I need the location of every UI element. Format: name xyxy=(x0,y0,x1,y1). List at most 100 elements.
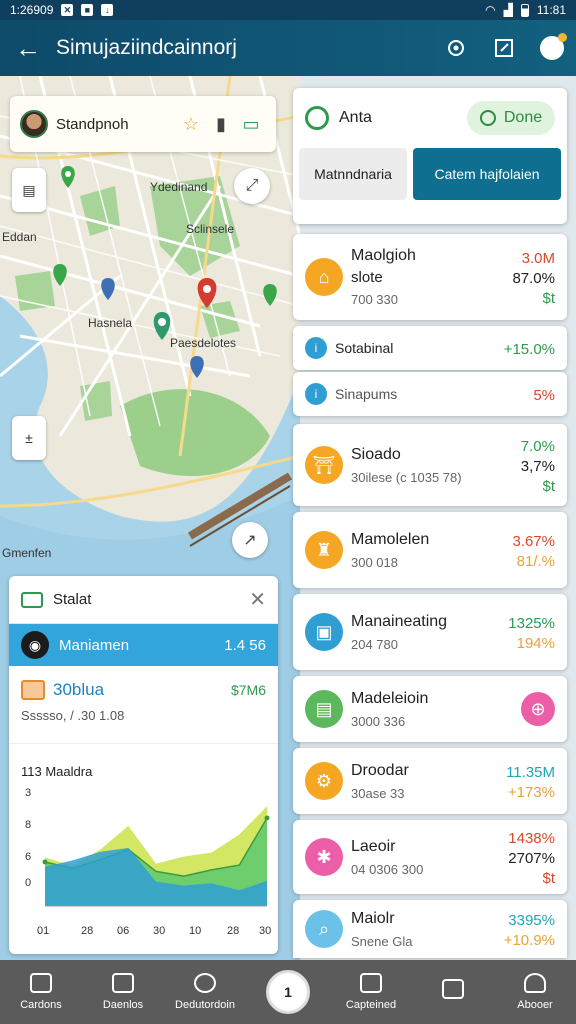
nav-label: Abooer xyxy=(517,999,553,1011)
highlight-icon: ◉ xyxy=(21,631,49,659)
settings-icon[interactable] xyxy=(432,24,480,72)
list-item[interactable]: ⚙ Droodar 30ase 33 11.35M +173% xyxy=(293,748,567,814)
item-value: 1438% xyxy=(508,830,555,847)
item-title: Sotabinal xyxy=(335,340,394,356)
notification-icon: ✕ xyxy=(61,4,74,16)
item-detail: 204 780 xyxy=(351,636,398,652)
stat-row[interactable]: 30blua $7M6 Ssssso, / .30 1.08 xyxy=(9,666,278,744)
map-label: Hasnela xyxy=(88,316,133,330)
place-card[interactable]: Standpnoh ☆ ▮ ▭ xyxy=(10,96,276,152)
tower-icon: ♜ xyxy=(305,531,343,569)
directions-button[interactable]: ↗ xyxy=(232,522,268,558)
y-tick-label: 6 xyxy=(25,851,31,863)
locate-button[interactable]: ⤢ xyxy=(234,168,270,204)
item-detail: 3000 336 xyxy=(351,713,406,729)
nav-item-house[interactable] xyxy=(412,979,494,1005)
highlight-value: 1.4 56 xyxy=(224,636,266,654)
map-pin-green[interactable] xyxy=(53,264,67,286)
pin-action-icon[interactable]: ⊕ xyxy=(521,692,555,726)
item-title: Manaineating xyxy=(351,612,448,630)
star-icon[interactable]: ☆ xyxy=(176,114,206,135)
status-bar: 1:26909 ✕ ■ ↓ ◠ ▟ 11:81 xyxy=(0,0,576,20)
nav-label: Cardons xyxy=(20,999,62,1011)
close-icon[interactable]: ✕ xyxy=(249,587,266,612)
stat-label: 30blua xyxy=(53,680,105,699)
list-item[interactable]: ▤ Madeleioin 3000 336 ⊕ xyxy=(293,676,567,742)
person-icon xyxy=(524,973,546,993)
battery-icon xyxy=(520,3,529,17)
place-name: Standpnoh xyxy=(56,115,129,133)
item-value: 3.0M xyxy=(521,250,555,267)
item-value: 3.67% xyxy=(512,533,555,550)
info-icon: i xyxy=(305,337,327,359)
item-detail: 30ase 33 xyxy=(351,785,405,801)
item-value: +10.9% xyxy=(503,932,555,949)
profile-avatar[interactable] xyxy=(528,24,576,72)
highlight-row[interactable]: ◉ Maniamen 1.4 56 xyxy=(9,624,278,666)
list-item[interactable]: i Sinapums 5% xyxy=(293,372,567,416)
item-value: $t xyxy=(542,478,555,495)
chat-icon xyxy=(305,106,329,130)
y-tick-label: 3 xyxy=(25,787,31,799)
action-card: Anta Done Matnndnaria Catem hajfolaien xyxy=(293,88,567,224)
edit-icon[interactable] xyxy=(480,24,528,72)
item-value: 11.35M xyxy=(506,764,555,781)
nav-center-button[interactable]: 1 xyxy=(246,970,330,1014)
list-item[interactable]: ♜ Mamolelen 300 018 3.67% 81/.% xyxy=(293,512,567,588)
zoom-control[interactable]: ± xyxy=(12,416,46,460)
done-label: Done xyxy=(503,109,543,126)
item-value: 1325% xyxy=(508,615,555,632)
y-tick-label: 0 xyxy=(25,877,31,889)
list-item[interactable]: ▣ Manaineating 204 780 1325% 194% xyxy=(293,594,567,670)
document-icon xyxy=(112,973,134,993)
map-label: Gmenfen xyxy=(2,546,52,560)
wifi-icon: ◠ xyxy=(485,3,496,17)
map-pin-green[interactable] xyxy=(61,166,75,188)
trash-icon[interactable]: ▮ xyxy=(206,114,236,135)
compass-icon xyxy=(194,973,216,993)
download-icon: ↓ xyxy=(101,4,114,16)
data-point xyxy=(264,815,270,821)
nav-item-cardons[interactable]: Cardons xyxy=(0,973,82,1011)
x-tick-label: 28 xyxy=(227,925,239,937)
list-item[interactable]: ⌕ Maiolr Snene Gla 3395% +10.9% xyxy=(293,900,567,958)
map-pin-teal[interactable] xyxy=(153,312,171,340)
nav-item-daenlos[interactable]: Daenlos xyxy=(82,973,164,1011)
list-item[interactable]: ⛩ Sioado 30ilese (c 1035 78) 7.0% 3,7% $… xyxy=(293,424,567,506)
item-detail: 04 0306 300 xyxy=(351,861,424,877)
list-item[interactable]: i Sotabinal +15.0% xyxy=(293,326,567,370)
item-detail: 30ilese (c 1035 78) xyxy=(351,469,462,485)
map-label: Sclinsele xyxy=(186,222,235,236)
status-time-left: 1:26909 xyxy=(10,3,54,17)
panel-title: Stalat xyxy=(53,591,92,608)
primary-button[interactable]: Catem hajfolaien xyxy=(413,148,561,200)
x-tick-label: 06 xyxy=(117,925,129,937)
item-value: 5% xyxy=(533,387,555,404)
item-detail: 300 018 xyxy=(351,554,398,570)
back-arrow-icon[interactable]: ← xyxy=(0,20,56,76)
map-pin-blue[interactable] xyxy=(101,278,115,300)
layers-button[interactable]: ▤ xyxy=(12,168,46,212)
stats-panel: Stalat ✕ ◉ Maniamen 1.4 56 30blua $7M6 S… xyxy=(9,576,278,954)
nav-item-capteined[interactable]: Capteined xyxy=(330,973,412,1011)
bookmark-icon[interactable]: ▭ xyxy=(236,114,266,135)
list-item[interactable]: ✱ Laeoir 04 0306 300 1438% 2707% $t xyxy=(293,820,567,894)
x-tick-label: 30 xyxy=(153,925,165,937)
search-icon: ⌕ xyxy=(305,910,343,948)
list-item[interactable]: ⌂ Maolgioh slote 700 330 3.0M 87.0% $t xyxy=(293,234,567,320)
palm-icon: ✱ xyxy=(305,838,343,876)
temple-icon: ⛩ xyxy=(305,446,343,484)
secondary-button[interactable]: Matnndnaria xyxy=(299,148,407,200)
nav-item-dedutordoin[interactable]: Dedutordoin xyxy=(164,973,246,1011)
highlight-label: Maniamen xyxy=(59,636,130,654)
map-pin-green[interactable] xyxy=(263,284,277,306)
item-value: 7.0% xyxy=(520,438,555,455)
map-pin-blue[interactable] xyxy=(190,356,204,378)
nav-item-abooer[interactable]: Abooer xyxy=(494,973,576,1011)
landmark-icon: ⌂ xyxy=(305,258,343,296)
bottom-nav: Cardons Daenlos Dedutordoin 1 Capteined … xyxy=(0,960,576,1024)
item-value: 3395% xyxy=(508,912,555,929)
done-button[interactable]: Done xyxy=(467,101,555,135)
item-title: Sinapums xyxy=(335,386,398,402)
item-value: +173% xyxy=(507,784,555,801)
